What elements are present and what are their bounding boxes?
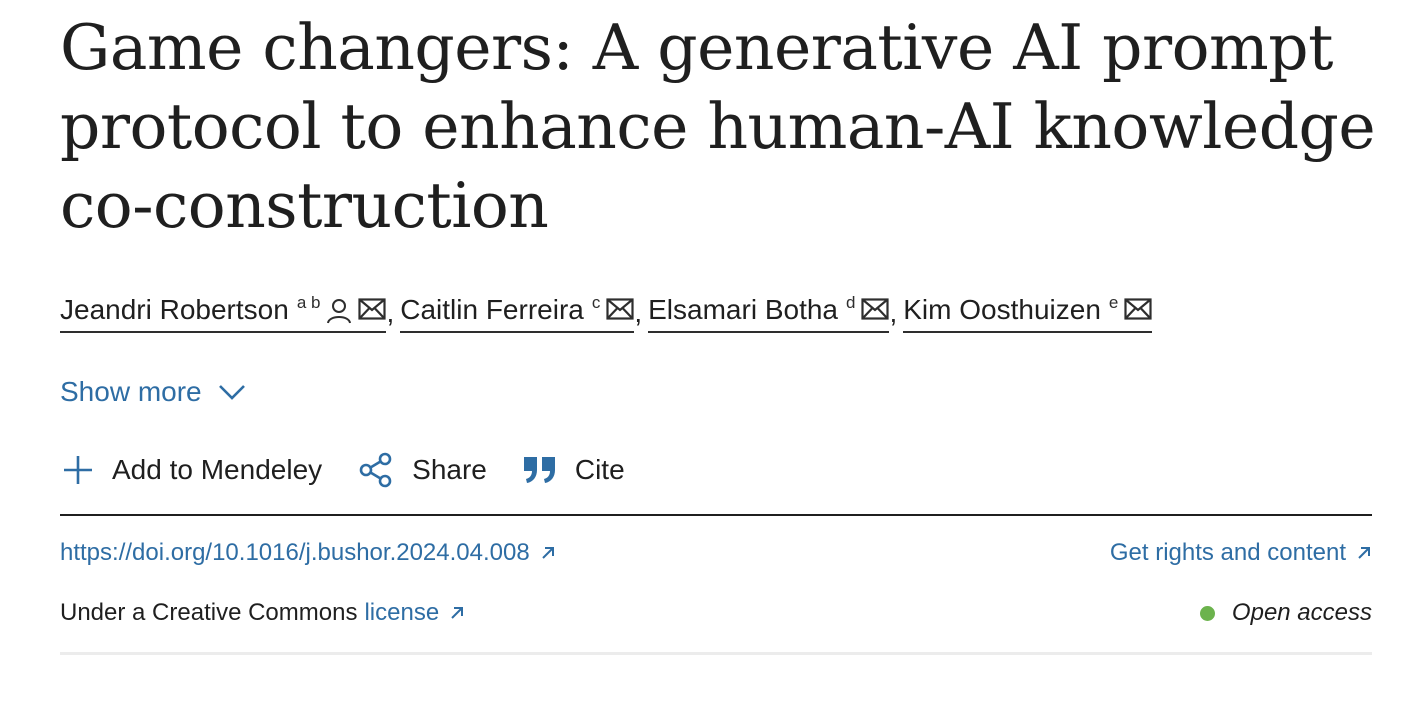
license-link-label: license bbox=[364, 599, 440, 626]
article-actions: Add to Mendeley Share Cite bbox=[62, 452, 625, 488]
author-affiliation: c bbox=[591, 293, 601, 312]
author-name: Elsamari Botha bbox=[648, 294, 838, 325]
author-list: Jeandri Robertson a b , Caitlin Ferreira… bbox=[60, 290, 1153, 336]
share-icon bbox=[358, 452, 394, 488]
chevron-down-icon bbox=[202, 376, 246, 408]
plus-icon bbox=[62, 454, 94, 486]
doi-link[interactable]: https://doi.org/10.1016/j.bushor.2024.04… bbox=[60, 539, 556, 567]
doi-label: https://doi.org/10.1016/j.bushor.2024.04… bbox=[60, 539, 530, 566]
share-button[interactable]: Share bbox=[358, 452, 487, 488]
open-access-badge: Open access bbox=[1199, 599, 1372, 627]
cite-label: Cite bbox=[574, 454, 625, 485]
license-prefix: Under a Creative Commons bbox=[60, 599, 358, 626]
author-separator: , bbox=[634, 297, 643, 328]
quote-icon bbox=[523, 455, 557, 485]
divider bbox=[60, 514, 1372, 516]
author-link-kim-oosthuizen[interactable]: Kim Oosthuizen e bbox=[903, 290, 1153, 333]
author-affiliation: d bbox=[846, 293, 856, 312]
author-link-jeandri-robertson[interactable]: Jeandri Robertson a b bbox=[60, 290, 387, 333]
author-name: Caitlin Ferreira bbox=[400, 294, 584, 325]
license-link[interactable]: license bbox=[364, 599, 465, 627]
author-name: Kim Oosthuizen bbox=[903, 294, 1101, 325]
divider bbox=[60, 652, 1372, 655]
envelope-icon bbox=[861, 298, 890, 320]
author-separator: , bbox=[386, 297, 395, 328]
article-title: Game changers: A generative AI prompt pr… bbox=[60, 11, 1376, 242]
author-affiliation: e bbox=[1108, 293, 1119, 312]
get-rights-label: Get rights and content bbox=[1109, 539, 1346, 566]
show-more-button[interactable]: Show more bbox=[60, 376, 246, 408]
add-to-mendeley-button[interactable]: Add to Mendeley bbox=[62, 454, 322, 486]
author-name: Jeandri Robertson bbox=[60, 294, 289, 325]
external-link-icon bbox=[1356, 545, 1372, 561]
envelope-icon bbox=[358, 298, 387, 320]
open-access-dot-icon bbox=[1199, 605, 1215, 621]
cite-button[interactable]: Cite bbox=[523, 454, 625, 486]
person-icon bbox=[326, 298, 352, 324]
author-link-caitlin-ferreira[interactable]: Caitlin Ferreira c bbox=[400, 290, 635, 333]
show-more-label: Show more bbox=[60, 376, 202, 407]
author-affiliation: a b bbox=[296, 293, 321, 312]
share-label: Share bbox=[412, 454, 487, 485]
author-link-elsamari-botha[interactable]: Elsamari Botha d bbox=[648, 290, 890, 333]
author-separator: , bbox=[889, 297, 898, 328]
license-info: Under a Creative Commons license bbox=[60, 599, 465, 627]
external-link-icon bbox=[540, 545, 556, 561]
external-link-icon bbox=[449, 605, 465, 621]
open-access-label: Open access bbox=[1231, 599, 1372, 626]
get-rights-link[interactable]: Get rights and content bbox=[1110, 539, 1372, 567]
envelope-icon bbox=[606, 298, 634, 320]
add-to-mendeley-label: Add to Mendeley bbox=[112, 454, 323, 485]
envelope-icon bbox=[1124, 298, 1152, 320]
